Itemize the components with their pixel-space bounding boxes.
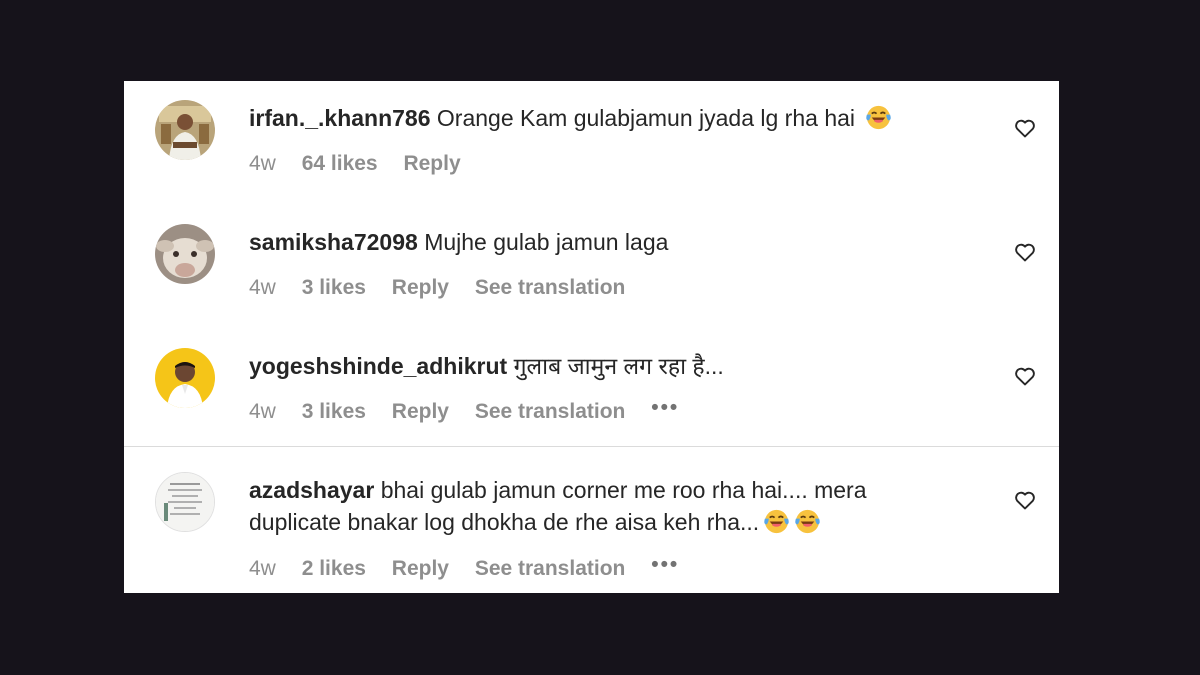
comment-username[interactable]: samiksha72098	[249, 229, 418, 255]
comment-age: 4w	[249, 276, 276, 299]
reply-button[interactable]: Reply	[403, 152, 460, 175]
avatar[interactable]	[155, 472, 215, 532]
face-with-tears-of-joy-icon	[795, 509, 820, 534]
see-translation-link[interactable]: See translation	[475, 276, 626, 299]
likes-count[interactable]: 3 likes	[302, 400, 366, 423]
avatar[interactable]	[155, 348, 215, 408]
likes-count[interactable]: 3 likes	[302, 276, 366, 299]
avatar[interactable]	[155, 224, 215, 284]
comment-meta: 4w 2 likes Reply See translation •••	[249, 553, 699, 581]
heart-outline-icon[interactable]	[1013, 364, 1037, 388]
likes-count[interactable]: 2 likes	[302, 557, 366, 580]
comments-panel: irfan._.khann786 Orange Kam gulabjamun j…	[124, 81, 1059, 593]
face-with-tears-of-joy-icon	[764, 509, 789, 534]
comment-meta: 4w 3 likes Reply See translation	[249, 276, 645, 300]
comment-body: yogeshshinde_adhikrut गुलाब जामुन लग रहा…	[249, 350, 989, 382]
comment-text-line-2: duplicate bnakar log dhokha de rhe aisa …	[249, 509, 760, 535]
more-options-icon[interactable]: •••	[651, 396, 679, 419]
comment-age: 4w	[249, 400, 276, 423]
comment-body: samiksha72098 Mujhe gulab jamun laga	[249, 226, 989, 258]
see-translation-link[interactable]: See translation	[475, 400, 626, 423]
comment-meta: 4w 3 likes Reply See translation •••	[249, 396, 699, 424]
heart-outline-icon[interactable]	[1013, 488, 1037, 512]
comment-body: irfan._.khann786 Orange Kam gulabjamun j…	[249, 102, 989, 134]
reply-button[interactable]: Reply	[392, 557, 449, 580]
comment-meta: 4w 64 likes Reply	[249, 152, 481, 176]
comment-text: Mujhe gulab jamun laga	[424, 229, 669, 255]
comment-username[interactable]: azadshayar	[249, 477, 374, 503]
comment-age: 4w	[249, 557, 276, 580]
heart-outline-icon[interactable]	[1013, 240, 1037, 264]
heart-outline-icon[interactable]	[1013, 116, 1037, 140]
see-translation-link[interactable]: See translation	[475, 557, 626, 580]
comment-age: 4w	[249, 152, 276, 175]
comment-body: azadshayar bhai gulab jamun corner me ro…	[249, 474, 989, 538]
avatar[interactable]	[155, 100, 215, 160]
likes-count[interactable]: 64 likes	[302, 152, 378, 175]
comment-username[interactable]: yogeshshinde_adhikrut	[249, 353, 507, 379]
comment-text: Orange Kam gulabjamun jyada lg rha hai	[436, 105, 856, 131]
reply-button[interactable]: Reply	[392, 400, 449, 423]
face-with-tears-of-joy-icon	[866, 105, 892, 130]
comment-text-line-1: bhai gulab jamun corner me roo rha hai..…	[380, 477, 867, 503]
more-options-icon[interactable]: •••	[651, 553, 679, 576]
comment-text: गुलाब जामुन लग रहा है...	[513, 353, 724, 379]
divider	[124, 446, 1059, 447]
reply-button[interactable]: Reply	[392, 276, 449, 299]
comment-username[interactable]: irfan._.khann786	[249, 105, 431, 131]
